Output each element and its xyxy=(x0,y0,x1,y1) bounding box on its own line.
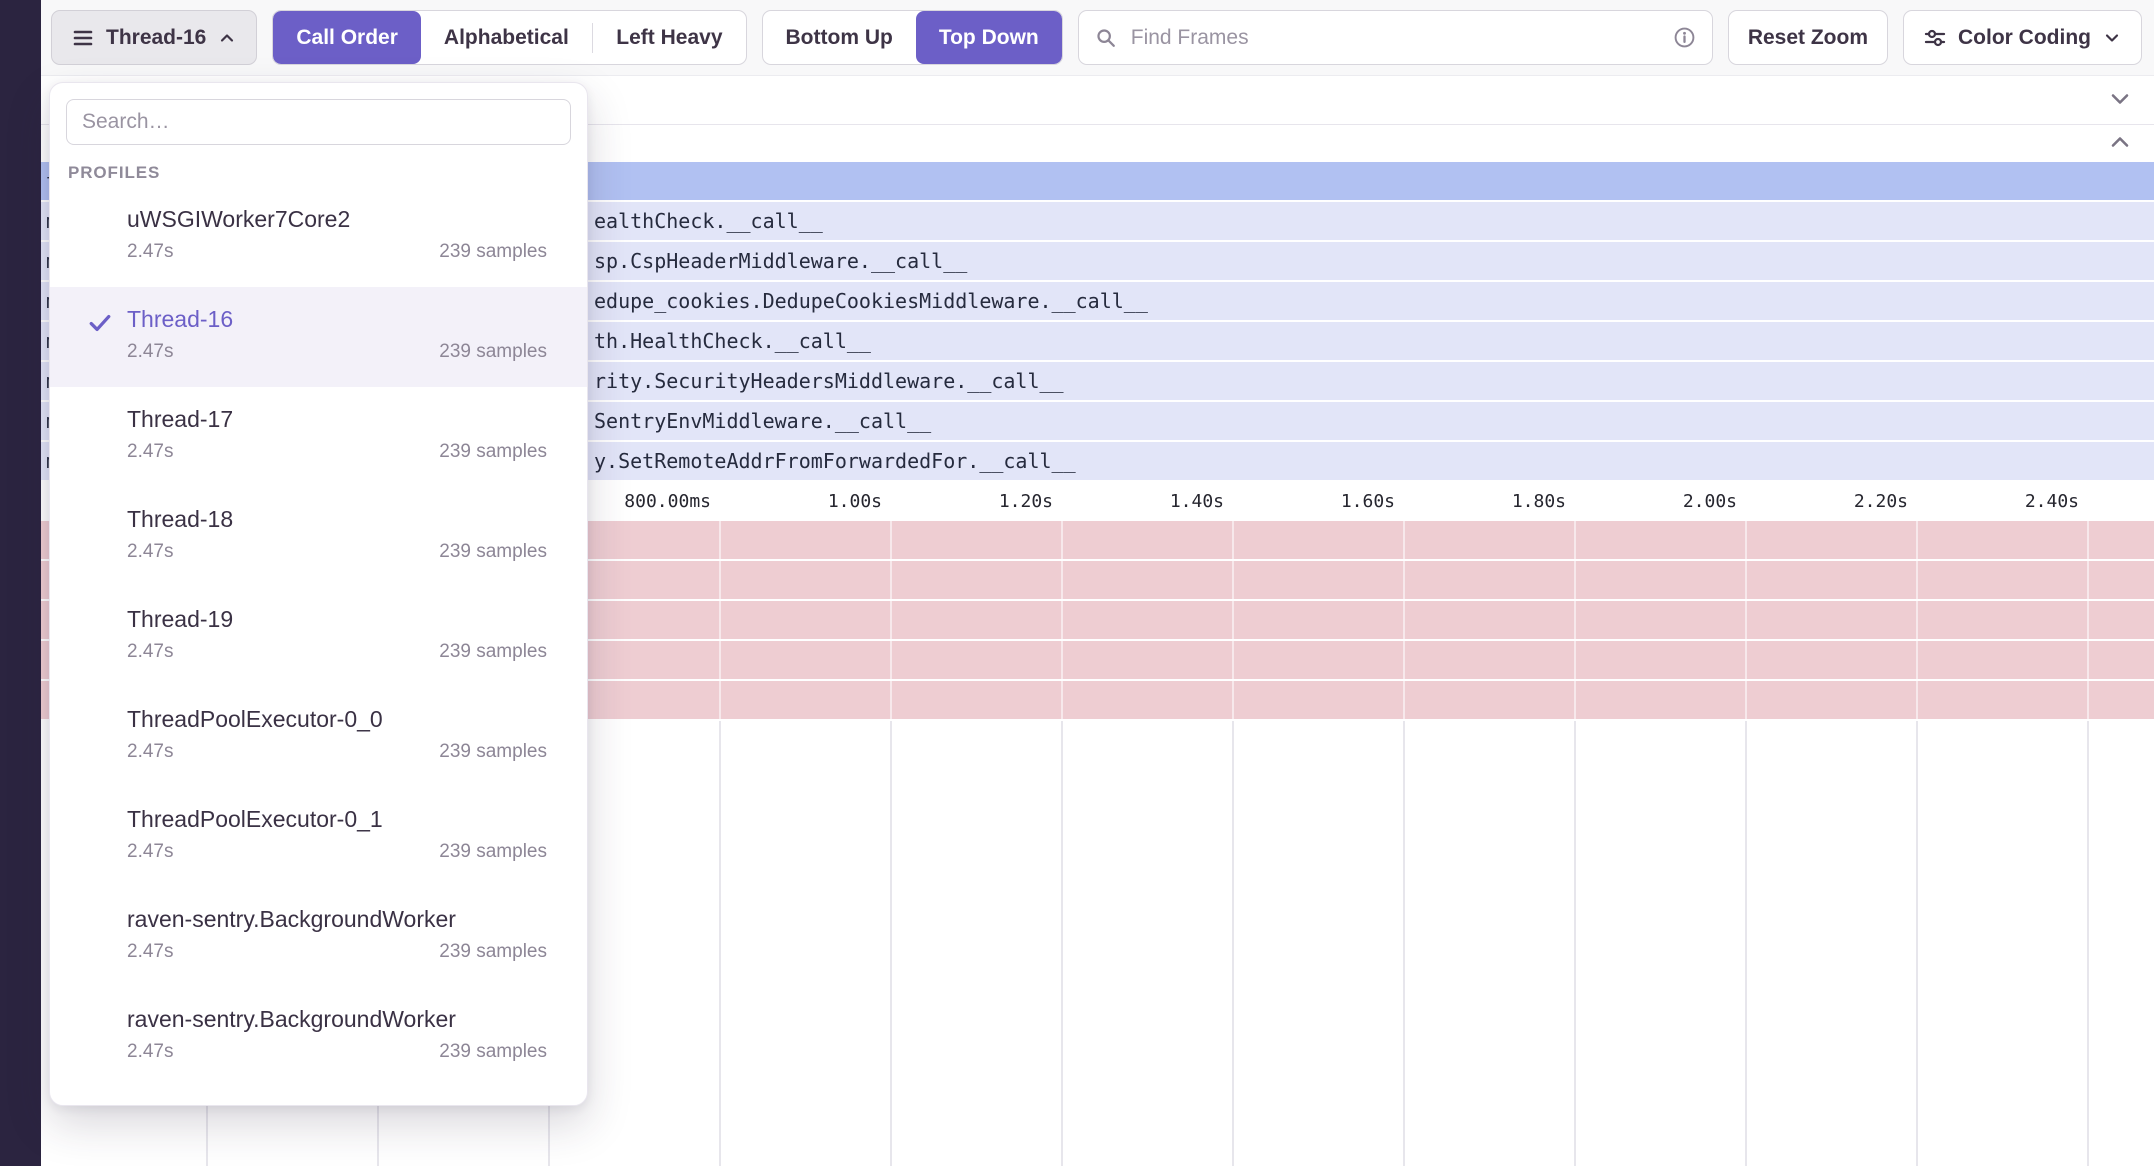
color-coding-label: Color Coding xyxy=(1958,26,2091,50)
chevron-up-icon xyxy=(2106,134,2134,152)
profiler-app: Thread-16 Call Order Alphabetical Left H… xyxy=(0,0,2154,1166)
profile-name: Thread-18 xyxy=(127,504,547,534)
profile-item[interactable]: ThreadPoolExecutor-0_0 2.47s 239 samples xyxy=(50,687,587,787)
sort-order-group: Call Order Alphabetical Left Heavy xyxy=(272,10,746,65)
app-sidebar-strip xyxy=(0,0,41,1166)
toolbar: Thread-16 Call Order Alphabetical Left H… xyxy=(41,0,2154,76)
direction-bottom-up[interactable]: Bottom Up xyxy=(763,11,916,64)
profile-samples: 239 samples xyxy=(439,941,547,963)
profile-name: Thread-16 xyxy=(127,304,547,334)
axis-tick: 1.20s xyxy=(881,491,1053,512)
find-frames-field[interactable] xyxy=(1078,10,1713,65)
expand-panel-button[interactable] xyxy=(2102,130,2138,159)
profile-duration: 2.47s xyxy=(127,641,173,663)
profile-duration: 2.47s xyxy=(127,541,173,563)
sort-option-alphabetical[interactable]: Alphabetical xyxy=(421,11,592,64)
profile-samples: 239 samples xyxy=(439,1041,547,1063)
profile-samples: 239 samples xyxy=(439,741,547,763)
frame-label: rity.SecurityHeadersMiddleware.__call__ xyxy=(594,362,1064,400)
find-frames-input[interactable] xyxy=(1129,25,1661,51)
thread-search-input[interactable] xyxy=(66,99,571,145)
thread-selector-button[interactable]: Thread-16 xyxy=(51,10,257,65)
profile-name: uWSGIWorker7Core2 xyxy=(127,204,547,234)
profile-name: Thread-19 xyxy=(127,604,547,634)
thread-selector-label: Thread-16 xyxy=(106,26,206,50)
axis-tick: 1.60s xyxy=(1223,491,1395,512)
profile-samples: 239 samples xyxy=(439,641,547,663)
profile-item[interactable]: ThreadPoolExecutor-0_1 2.47s 239 samples xyxy=(50,787,587,887)
sliders-icon xyxy=(1923,26,1947,50)
search-icon xyxy=(1095,27,1117,49)
sort-option-left-heavy[interactable]: Left Heavy xyxy=(593,11,745,64)
profile-name: ThreadPoolExecutor-0_0 xyxy=(127,704,547,734)
chevron-down-icon xyxy=(2102,28,2122,48)
frame-label: edupe_cookies.DedupeCookiesMiddleware.__… xyxy=(594,282,1148,320)
axis-tick: 1.40s xyxy=(1052,491,1224,512)
profile-item-selected[interactable]: Thread-16 2.47s 239 samples xyxy=(50,287,587,387)
axis-tick: 2.00s xyxy=(1565,491,1737,512)
profile-samples: 239 samples xyxy=(439,841,547,863)
axis-tick: 2.40s xyxy=(1907,491,2079,512)
profile-duration: 2.47s xyxy=(127,841,173,863)
profile-duration: 2.47s xyxy=(127,341,173,363)
frame-label: ealthCheck.__call__ xyxy=(594,202,823,240)
list-icon xyxy=(71,26,95,50)
profile-name: raven-sentry.BackgroundWorker xyxy=(127,1004,547,1034)
frame-label: SentryEnvMiddleware.__call__ xyxy=(594,402,931,440)
frame-label: sp.CspHeaderMiddleware.__call__ xyxy=(594,242,967,280)
profile-samples: 239 samples xyxy=(439,341,547,363)
axis-tick: 1.00s xyxy=(710,491,882,512)
profile-duration: 2.47s xyxy=(127,441,173,463)
collapse-panel-button[interactable] xyxy=(2102,86,2138,115)
profile-samples: 239 samples xyxy=(439,441,547,463)
profile-item[interactable]: Thread-19 2.47s 239 samples xyxy=(50,587,587,687)
profile-item[interactable]: uWSGIWorker7Core2 2.47s 239 samples xyxy=(50,187,587,287)
chevron-down-icon xyxy=(2106,90,2134,108)
thread-dropdown-panel: PROFILES uWSGIWorker7Core2 2.47s 239 sam… xyxy=(49,82,588,1106)
chevron-up-icon xyxy=(217,28,237,48)
profiles-section-label: PROFILES xyxy=(68,163,587,183)
profile-duration: 2.47s xyxy=(127,1041,173,1063)
profile-name: raven-sentry.BackgroundWorker xyxy=(127,904,547,934)
profile-samples: 239 samples xyxy=(439,241,547,263)
axis-tick: 1.80s xyxy=(1394,491,1566,512)
direction-group: Bottom Up Top Down xyxy=(762,10,1063,65)
profile-duration: 2.47s xyxy=(127,741,173,763)
info-icon[interactable] xyxy=(1673,26,1696,49)
profile-duration: 2.47s xyxy=(127,241,173,263)
axis-tick: 2.20s xyxy=(1736,491,1908,512)
color-coding-button[interactable]: Color Coding xyxy=(1903,10,2142,65)
profile-duration: 2.47s xyxy=(127,941,173,963)
profile-name: ThreadPoolExecutor-0_1 xyxy=(127,804,547,834)
direction-top-down[interactable]: Top Down xyxy=(916,11,1062,64)
profile-name: Thread-17 xyxy=(127,404,547,434)
profile-item[interactable]: Thread-18 2.47s 239 samples xyxy=(50,487,587,587)
profile-item[interactable]: raven-sentry.BackgroundWorker 2.47s 239 … xyxy=(50,987,587,1087)
sort-option-call-order[interactable]: Call Order xyxy=(273,11,421,64)
check-icon xyxy=(86,309,114,337)
profile-item[interactable]: Thread-17 2.47s 239 samples xyxy=(50,387,587,487)
frame-label: y.SetRemoteAddrFromForwardedFor.__call__ xyxy=(594,442,1076,480)
frame-label: th.HealthCheck.__call__ xyxy=(594,322,871,360)
profile-samples: 239 samples xyxy=(439,541,547,563)
reset-zoom-button[interactable]: Reset Zoom xyxy=(1728,10,1888,65)
profile-item[interactable]: raven-sentry.BackgroundWorker 2.47s 239 … xyxy=(50,887,587,987)
